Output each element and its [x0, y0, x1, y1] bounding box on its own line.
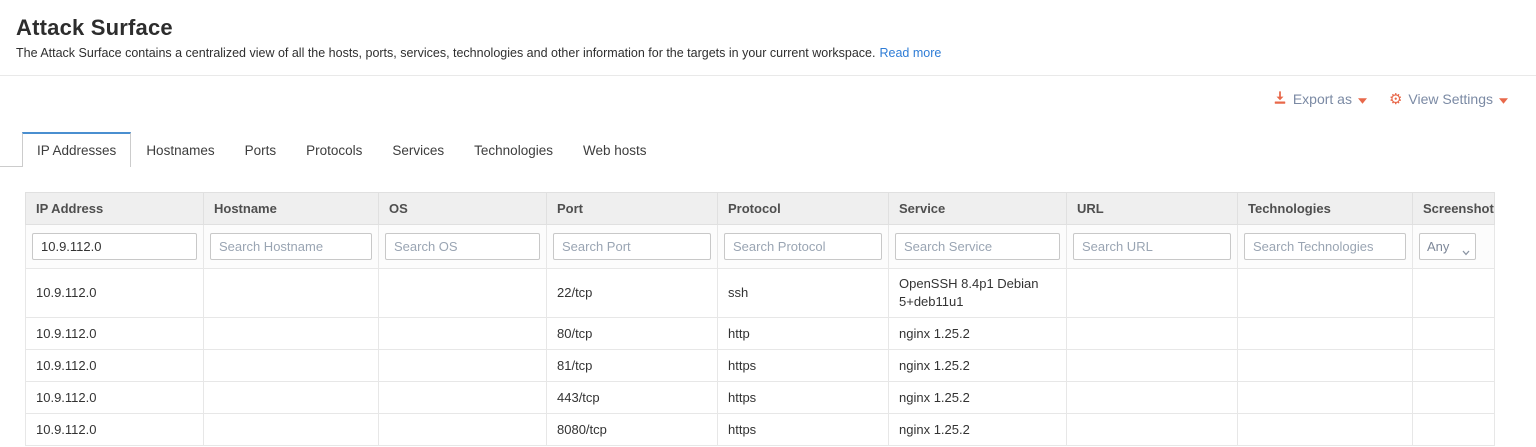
caret-down-icon [1499, 91, 1508, 107]
cell-service: nginx 1.25.2 [889, 414, 1067, 446]
caret-down-icon [1358, 91, 1367, 107]
table-row[interactable]: 10.9.112.0 81/tcp https nginx 1.25.2 [26, 350, 1495, 382]
cell-port: 80/tcp [547, 318, 718, 350]
cell-os [379, 318, 547, 350]
view-settings-button[interactable]: ⚙ View Settings [1389, 91, 1508, 107]
cell-port: 443/tcp [547, 382, 718, 414]
cell-service: nginx 1.25.2 [889, 318, 1067, 350]
tab-web-hosts[interactable]: Web hosts [568, 132, 662, 167]
cell-hostname [204, 269, 379, 318]
page-subtitle-text: The Attack Surface contains a centralize… [16, 46, 875, 60]
cell-hostname [204, 414, 379, 446]
read-more-link[interactable]: Read more [879, 46, 941, 60]
table-header-row: IP Address Hostname OS Port Protocol Ser… [26, 193, 1495, 225]
cell-port: 8080/tcp [547, 414, 718, 446]
url-filter-input[interactable] [1073, 233, 1231, 260]
cell-screenshot [1413, 318, 1495, 350]
cell-os [379, 269, 547, 318]
cell-service: nginx 1.25.2 [889, 350, 1067, 382]
cell-technologies [1238, 414, 1413, 446]
cell-port: 81/tcp [547, 350, 718, 382]
cell-technologies [1238, 269, 1413, 318]
column-header-service: Service [889, 193, 1067, 225]
screenshot-filter-select[interactable]: Any [1419, 233, 1476, 260]
cell-os [379, 414, 547, 446]
cell-screenshot [1413, 414, 1495, 446]
cell-url [1067, 269, 1238, 318]
cell-screenshot [1413, 269, 1495, 318]
cell-url [1067, 382, 1238, 414]
table-row[interactable]: 10.9.112.0 443/tcp https nginx 1.25.2 [26, 382, 1495, 414]
gear-icon: ⚙ [1389, 92, 1402, 107]
os-filter-input[interactable] [385, 233, 540, 260]
cell-os [379, 350, 547, 382]
cell-url [1067, 414, 1238, 446]
column-header-ip-address: IP Address [26, 193, 204, 225]
table-row[interactable]: 10.9.112.0 8080/tcp https nginx 1.25.2 [26, 414, 1495, 446]
cell-os [379, 382, 547, 414]
cell-protocol: https [718, 350, 889, 382]
cell-technologies [1238, 350, 1413, 382]
cell-url [1067, 350, 1238, 382]
technologies-filter-input[interactable] [1244, 233, 1406, 260]
column-header-technologies: Technologies [1238, 193, 1413, 225]
cell-protocol: https [718, 382, 889, 414]
filter-row: Any [26, 225, 1495, 269]
cell-ip-address: 10.9.112.0 [26, 318, 204, 350]
cell-hostname [204, 318, 379, 350]
download-icon [1273, 90, 1287, 108]
attack-surface-table-wrap: IP Address Hostname OS Port Protocol Ser… [25, 192, 1536, 446]
port-filter-input[interactable] [553, 233, 711, 260]
cell-ip-address: 10.9.112.0 [26, 350, 204, 382]
tab-hostnames[interactable]: Hostnames [131, 132, 229, 167]
column-header-hostname: Hostname [204, 193, 379, 225]
column-header-os: OS [379, 193, 547, 225]
cell-service: OpenSSH 8.4p1 Debian 5+deb11u1 [889, 269, 1067, 318]
table-row[interactable]: 10.9.112.0 22/tcp ssh OpenSSH 8.4p1 Debi… [26, 269, 1495, 318]
tab-bar-left-edge [0, 132, 22, 167]
cell-protocol: https [718, 414, 889, 446]
attack-surface-table: IP Address Hostname OS Port Protocol Ser… [25, 192, 1495, 446]
cell-screenshot [1413, 382, 1495, 414]
tab-services[interactable]: Services [377, 132, 459, 167]
tab-ports[interactable]: Ports [230, 132, 292, 167]
tab-protocols[interactable]: Protocols [291, 132, 377, 167]
table-row[interactable]: 10.9.112.0 80/tcp http nginx 1.25.2 [26, 318, 1495, 350]
page-subtitle: The Attack Surface contains a centralize… [16, 46, 1520, 60]
service-filter-input[interactable] [895, 233, 1060, 260]
cell-protocol: ssh [718, 269, 889, 318]
cell-hostname [204, 350, 379, 382]
column-header-port: Port [547, 193, 718, 225]
page-header: Attack Surface The Attack Surface contai… [0, 0, 1536, 76]
cell-technologies [1238, 318, 1413, 350]
cell-ip-address: 10.9.112.0 [26, 414, 204, 446]
cell-port: 22/tcp [547, 269, 718, 318]
tab-bar: IP Addresses Hostnames Ports Protocols S… [0, 132, 1536, 167]
hostname-filter-input[interactable] [210, 233, 372, 260]
cell-url [1067, 318, 1238, 350]
column-header-url: URL [1067, 193, 1238, 225]
cell-hostname [204, 382, 379, 414]
toolbar: Export as ⚙ View Settings [0, 76, 1536, 122]
view-settings-label: View Settings [1408, 91, 1493, 107]
ip-address-filter-input[interactable] [32, 233, 197, 260]
tab-technologies[interactable]: Technologies [459, 132, 568, 167]
export-as-label: Export as [1293, 91, 1352, 107]
cell-protocol: http [718, 318, 889, 350]
screenshot-filter-select-wrap: Any [1419, 233, 1476, 260]
cell-service: nginx 1.25.2 [889, 382, 1067, 414]
protocol-filter-input[interactable] [724, 233, 882, 260]
cell-screenshot [1413, 350, 1495, 382]
column-header-screenshot: Screenshot [1413, 193, 1495, 225]
page-title: Attack Surface [16, 15, 1520, 41]
cell-technologies [1238, 382, 1413, 414]
tab-ip-addresses[interactable]: IP Addresses [22, 132, 131, 167]
column-header-protocol: Protocol [718, 193, 889, 225]
cell-ip-address: 10.9.112.0 [26, 382, 204, 414]
export-as-button[interactable]: Export as [1273, 90, 1367, 108]
cell-ip-address: 10.9.112.0 [26, 269, 204, 318]
